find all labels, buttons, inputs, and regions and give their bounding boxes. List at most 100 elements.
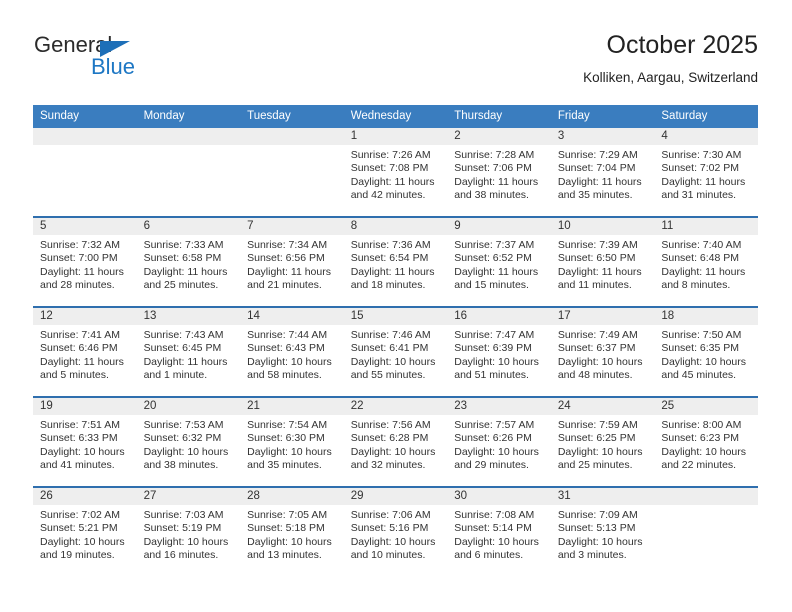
calendar-day-cell[interactable]: 16 Sunrise: 7:47 AM Sunset: 6:39 PM Dayligh…: [447, 306, 551, 397]
day-cell-content: 27 Sunrise: 7:03 AM Sunset: 5:19 PM Dayligh…: [136, 488, 241, 576]
sunset-time: Sunset: 6:41 PM: [350, 342, 429, 355]
day-sun-info: Sunrise: 7:59 AM Sunset: 6:25 PM Daylight:…: [551, 415, 655, 473]
page-header: General Blue October 2025 Kolliken, Aarg…: [0, 0, 792, 85]
day-sun-info: Sunrise: 7:26 AM Sunset: 7:08 PM Daylight:…: [344, 145, 448, 203]
calendar-day-cell[interactable]: 1 Sunrise: 7:26 AM Sunset: 7:08 PM Daylight…: [343, 128, 448, 217]
calendar-day-cell[interactable]: 30 Sunrise: 7:08 AM Sunset: 5:14 PM Dayligh…: [447, 486, 551, 576]
day-number: 25: [654, 398, 758, 415]
calendar-day-cell[interactable]: 24 Sunrise: 7:59 AM Sunset: 6:25 PM Dayligh…: [550, 396, 655, 487]
sunset-time: Sunset: 6:56 PM: [247, 252, 325, 265]
calendar-day-cell[interactable]: 5 Sunrise: 7:32 AM Sunset: 7:00 PM Daylight…: [33, 216, 137, 307]
calendar-day-cell[interactable]: 14 Sunrise: 7:44 AM Sunset: 6:43 PM Dayligh…: [240, 306, 344, 397]
day-number: 13: [136, 308, 241, 325]
sunrise-time: Sunrise: 7:09 AM: [557, 509, 638, 521]
calendar-day-cell[interactable]: 31 Sunrise: 7:09 AM Sunset: 5:13 PM Dayligh…: [550, 486, 655, 576]
day-number: 11: [654, 218, 758, 235]
day-number: 19: [33, 398, 137, 415]
sunset-time: Sunset: 6:50 PM: [557, 252, 636, 265]
day-number: 8: [343, 218, 448, 235]
calendar-day-cell[interactable]: 7 Sunrise: 7:34 AM Sunset: 6:56 PM Daylight…: [240, 216, 344, 307]
general-blue-logo[interactable]: General Blue: [34, 32, 234, 80]
calendar-day-cell[interactable]: 11 Sunrise: 7:40 AM Sunset: 6:48 PM Dayligh…: [654, 216, 758, 307]
calendar-day-cell[interactable]: 9 Sunrise: 7:37 AM Sunset: 6:52 PM Daylight…: [447, 216, 551, 307]
sunset-time: Sunset: 6:48 PM: [661, 252, 740, 265]
calendar-week-row: 26 Sunrise: 7:02 AM Sunset: 5:21 PM Dayligh…: [33, 486, 758, 576]
day-sun-info: Sunrise: 7:28 AM Sunset: 7:06 PM Daylight:…: [447, 145, 551, 203]
day-number: 27: [136, 488, 241, 505]
calendar-day-cell[interactable]: 29 Sunrise: 7:06 AM Sunset: 5:16 PM Dayligh…: [343, 486, 448, 576]
day-number: 3: [550, 128, 655, 145]
daylight-duration: Daylight: 10 hours and 3 minutes.: [557, 535, 643, 562]
sunrise-time: Sunrise: 7:43 AM: [143, 329, 224, 341]
calendar-day-cell[interactable]: 25 Sunrise: 8:00 AM Sunset: 6:23 PM Dayligh…: [654, 396, 758, 487]
sunset-time: Sunset: 6:46 PM: [40, 342, 118, 355]
day-sun-info: Sunrise: 7:08 AM Sunset: 5:14 PM Daylight:…: [447, 505, 551, 563]
day-number: 9: [447, 218, 551, 235]
sunset-time: Sunset: 6:52 PM: [454, 252, 532, 265]
daylight-duration: Daylight: 10 hours and 55 minutes.: [350, 355, 436, 382]
day-number: 23: [447, 398, 551, 415]
sunrise-time: Sunrise: 7:49 AM: [557, 329, 638, 341]
day-sun-info: Sunrise: 7:02 AM Sunset: 5:21 PM Daylight:…: [33, 505, 137, 563]
calendar-day-cell[interactable]: 13 Sunrise: 7:43 AM Sunset: 6:45 PM Dayligh…: [136, 306, 241, 397]
calendar-day-cell[interactable]: 4 Sunrise: 7:30 AM Sunset: 7:02 PM Daylight…: [654, 128, 758, 217]
calendar-day-cell[interactable]: 19 Sunrise: 7:51 AM Sunset: 6:33 PM Dayligh…: [33, 396, 137, 487]
sunset-time: Sunset: 5:19 PM: [143, 522, 222, 535]
sunrise-time: Sunrise: 7:56 AM: [350, 419, 431, 431]
day-sun-info: Sunrise: 7:43 AM Sunset: 6:45 PM Daylight:…: [137, 325, 241, 383]
day-sun-info: Sunrise: 8:00 AM Sunset: 6:23 PM Daylight:…: [654, 415, 758, 473]
day-number: 22: [343, 398, 448, 415]
sunrise-time: Sunrise: 7:36 AM: [350, 239, 431, 251]
daylight-duration: Daylight: 10 hours and 51 minutes.: [454, 355, 539, 382]
daylight-duration: Daylight: 10 hours and 41 minutes.: [40, 445, 125, 472]
calendar-day-cell[interactable]: 10 Sunrise: 7:39 AM Sunset: 6:50 PM Dayligh…: [550, 216, 655, 307]
day-sun-info: Sunrise: 7:56 AM Sunset: 6:28 PM Daylight:…: [344, 415, 448, 473]
daylight-duration: Daylight: 11 hours and 31 minutes.: [661, 175, 746, 202]
sunrise-time: Sunrise: 7:54 AM: [247, 419, 328, 431]
calendar-day-cell[interactable]: 23 Sunrise: 7:57 AM Sunset: 6:26 PM Dayligh…: [447, 396, 551, 487]
sunset-time: Sunset: 6:45 PM: [143, 342, 222, 355]
sunset-time: Sunset: 6:39 PM: [454, 342, 532, 355]
calendar-day-cell[interactable]: 28 Sunrise: 7:05 AM Sunset: 5:18 PM Dayligh…: [240, 486, 344, 576]
day-cell-content: 28 Sunrise: 7:05 AM Sunset: 5:18 PM Dayligh…: [240, 488, 344, 576]
daylight-duration: Daylight: 11 hours and 8 minutes.: [661, 265, 746, 292]
calendar-day-cell[interactable]: 3 Sunrise: 7:29 AM Sunset: 7:04 PM Daylight…: [550, 128, 655, 217]
day-cell-content: [136, 128, 241, 216]
day-cell-content: 29 Sunrise: 7:06 AM Sunset: 5:16 PM Dayligh…: [343, 488, 448, 576]
day-sun-info: Sunrise: 7:41 AM Sunset: 6:46 PM Daylight:…: [33, 325, 137, 383]
sunrise-time: Sunrise: 7:57 AM: [454, 419, 535, 431]
day-cell-content: 19 Sunrise: 7:51 AM Sunset: 6:33 PM Dayligh…: [33, 398, 137, 486]
daylight-duration: Daylight: 10 hours and 6 minutes.: [454, 535, 539, 562]
calendar-day-cell[interactable]: 27 Sunrise: 7:03 AM Sunset: 5:19 PM Dayligh…: [136, 486, 241, 576]
day-sun-info: Sunrise: 7:03 AM Sunset: 5:19 PM Daylight:…: [137, 505, 241, 563]
sunset-time: Sunset: 7:00 PM: [40, 252, 118, 265]
day-cell-content: 14 Sunrise: 7:44 AM Sunset: 6:43 PM Dayligh…: [240, 308, 344, 396]
calendar-day-cell[interactable]: 8 Sunrise: 7:36 AM Sunset: 6:54 PM Daylight…: [343, 216, 448, 307]
calendar-day-cell[interactable]: 12 Sunrise: 7:41 AM Sunset: 6:46 PM Dayligh…: [33, 306, 137, 397]
day-number: 26: [33, 488, 137, 505]
weekday-header-friday: Friday: [550, 105, 655, 128]
sunrise-time: Sunrise: 7:05 AM: [247, 509, 328, 521]
calendar-day-cell[interactable]: 18 Sunrise: 7:50 AM Sunset: 6:35 PM Dayligh…: [654, 306, 758, 397]
sunrise-time: Sunrise: 7:44 AM: [247, 329, 328, 341]
sunrise-time: Sunrise: 7:34 AM: [247, 239, 328, 251]
sunrise-time: Sunrise: 7:28 AM: [454, 149, 535, 161]
sunrise-time: Sunrise: 7:50 AM: [661, 329, 742, 341]
day-cell-content: 8 Sunrise: 7:36 AM Sunset: 6:54 PM Daylight…: [343, 218, 448, 306]
calendar-day-cell[interactable]: 21 Sunrise: 7:54 AM Sunset: 6:30 PM Dayligh…: [240, 396, 344, 487]
day-number: 18: [654, 308, 758, 325]
day-cell-content: 24 Sunrise: 7:59 AM Sunset: 6:25 PM Dayligh…: [550, 398, 655, 486]
calendar-day-cell[interactable]: 26 Sunrise: 7:02 AM Sunset: 5:21 PM Dayligh…: [33, 486, 137, 576]
daylight-duration: Daylight: 10 hours and 29 minutes.: [454, 445, 539, 472]
calendar-day-cell[interactable]: 2 Sunrise: 7:28 AM Sunset: 7:06 PM Daylight…: [447, 128, 551, 217]
calendar-day-cell[interactable]: 22 Sunrise: 7:56 AM Sunset: 6:28 PM Dayligh…: [343, 396, 448, 487]
day-sun-info: Sunrise: 7:40 AM Sunset: 6:48 PM Daylight:…: [654, 235, 758, 293]
day-cell-content: 15 Sunrise: 7:46 AM Sunset: 6:41 PM Dayligh…: [343, 308, 448, 396]
day-number: 29: [343, 488, 448, 505]
calendar-day-cell[interactable]: 17 Sunrise: 7:49 AM Sunset: 6:37 PM Dayligh…: [550, 306, 655, 397]
sunrise-time: Sunrise: 7:33 AM: [143, 239, 224, 251]
sunset-time: Sunset: 6:25 PM: [557, 432, 636, 445]
calendar-day-cell[interactable]: 6 Sunrise: 7:33 AM Sunset: 6:58 PM Daylight…: [136, 216, 241, 307]
calendar-day-cell[interactable]: 15 Sunrise: 7:46 AM Sunset: 6:41 PM Dayligh…: [343, 306, 448, 397]
calendar-day-cell[interactable]: 20 Sunrise: 7:53 AM Sunset: 6:32 PM Dayligh…: [136, 396, 241, 487]
